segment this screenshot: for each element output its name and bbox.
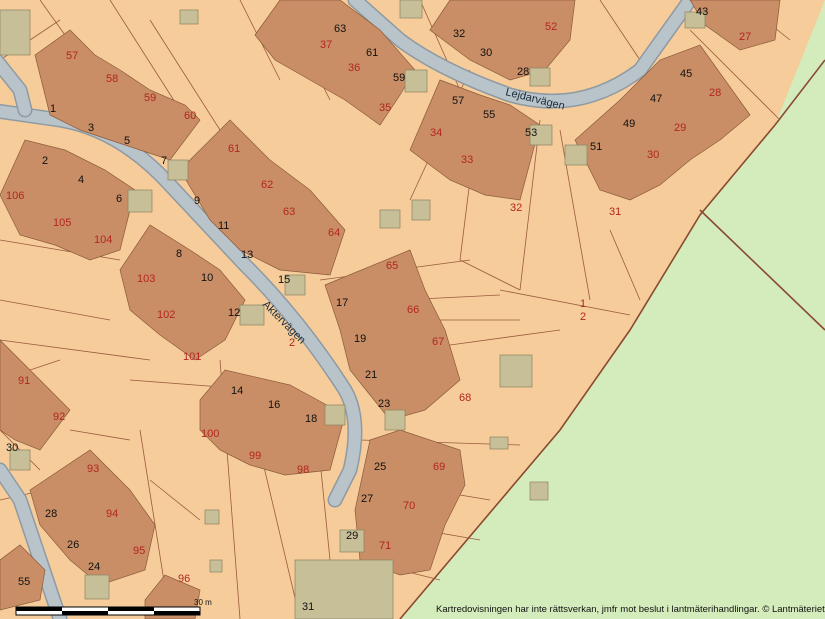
property-number: 100: [201, 428, 219, 440]
property-number: 59: [144, 92, 156, 104]
house-number: 13: [241, 249, 253, 261]
house-number: 28: [517, 66, 529, 78]
house-number: 10: [201, 272, 213, 284]
property-number: 64: [328, 227, 340, 239]
property-number: 52: [545, 21, 557, 33]
property-number: 36: [348, 62, 360, 74]
property-number: 28: [709, 87, 721, 99]
property-number: 37: [320, 39, 332, 51]
property-number: 102: [157, 309, 175, 321]
property-number: 66: [407, 304, 419, 316]
property-number: 61: [228, 143, 240, 155]
house-number: 23: [378, 398, 390, 410]
house-number: 31: [302, 601, 314, 613]
property-number: 34: [430, 127, 442, 139]
house-number: 63: [334, 23, 346, 35]
house-number: 57: [452, 95, 464, 107]
house-number: 4: [78, 174, 84, 186]
house-number: 45: [680, 68, 692, 80]
house-number: 26: [67, 539, 79, 551]
house-number: 17: [336, 297, 348, 309]
property-number: 99: [249, 450, 261, 462]
house-number: 28: [45, 508, 57, 520]
house-number: 43: [696, 6, 708, 18]
house-number: 15: [278, 274, 290, 286]
house-number: 55: [483, 109, 495, 121]
house-number: 21: [365, 369, 377, 381]
house-number: 24: [88, 561, 100, 573]
property-number: 68: [459, 392, 471, 404]
house-number: 7: [161, 155, 167, 167]
parcel-number-top: 1: [580, 298, 586, 310]
map-canvas: Aktervägen Lejdarvägen 63 61 59 57 55 53…: [0, 0, 825, 619]
property-number: 27: [739, 31, 751, 43]
house-number: 47: [650, 93, 662, 105]
property-number: 93: [87, 463, 99, 475]
house-number: 1: [50, 103, 56, 115]
house-number: 18: [305, 413, 317, 425]
house-number: 6: [116, 193, 122, 205]
property-number: 95: [133, 545, 145, 557]
scale-bar: [15, 606, 201, 616]
property-number: 63: [283, 206, 295, 218]
property-number: 96: [178, 573, 190, 585]
house-number: 16: [268, 399, 280, 411]
house-number: 2: [42, 155, 48, 167]
property-number: 62: [261, 179, 273, 191]
property-number: 71: [379, 540, 391, 552]
property-number: 58: [106, 73, 118, 85]
property-number: 104: [94, 234, 112, 246]
property-number: 35: [379, 102, 391, 114]
property-number: 32: [510, 202, 522, 214]
property-number: 2: [289, 337, 295, 349]
property-number: 31: [609, 206, 621, 218]
property-number: 94: [106, 508, 118, 520]
property-number: 57: [66, 50, 78, 62]
house-number: 61: [366, 47, 378, 59]
property-number: 29: [674, 122, 686, 134]
house-number: 11: [218, 220, 229, 232]
house-number: 25: [374, 461, 386, 473]
house-number: 19: [354, 333, 366, 345]
property-number: 70: [403, 500, 415, 512]
house-number: 32: [453, 28, 465, 40]
property-number: 69: [433, 461, 445, 473]
property-number: 103: [137, 273, 155, 285]
property-number: 33: [461, 154, 473, 166]
property-number: 91: [18, 375, 30, 387]
property-number: 92: [53, 411, 65, 423]
property-number: 67: [432, 336, 444, 348]
map-view[interactable]: Aktervägen Lejdarvägen 63 61 59 57 55 53…: [0, 0, 825, 619]
house-number: 30: [6, 442, 18, 454]
house-number: 5: [124, 135, 130, 147]
house-number: 8: [176, 248, 182, 260]
property-number: 106: [6, 190, 24, 202]
property-number: 98: [297, 464, 309, 476]
house-number: 29: [346, 530, 358, 542]
house-number: 49: [623, 118, 635, 130]
house-number: 12: [228, 307, 240, 319]
property-number: 60: [184, 110, 196, 122]
parcel-number-bottom: 2: [580, 311, 586, 323]
disclaimer-text: Kartredovisningen har inte rättsverkan, …: [436, 604, 825, 615]
house-number: 9: [194, 195, 200, 207]
house-number: 3: [88, 122, 94, 134]
house-number: 53: [525, 127, 537, 139]
house-number: 27: [361, 493, 373, 505]
scale-label: 30 m: [194, 598, 212, 607]
property-number: 105: [53, 217, 71, 229]
property-number: 101: [183, 351, 201, 363]
property-number: 30: [647, 149, 659, 161]
house-number: 51: [590, 141, 602, 153]
house-number: 14: [231, 385, 243, 397]
house-number: 59: [393, 72, 405, 84]
property-number: 65: [386, 260, 398, 272]
house-number: 30: [480, 47, 492, 59]
house-number: 55: [18, 576, 30, 588]
